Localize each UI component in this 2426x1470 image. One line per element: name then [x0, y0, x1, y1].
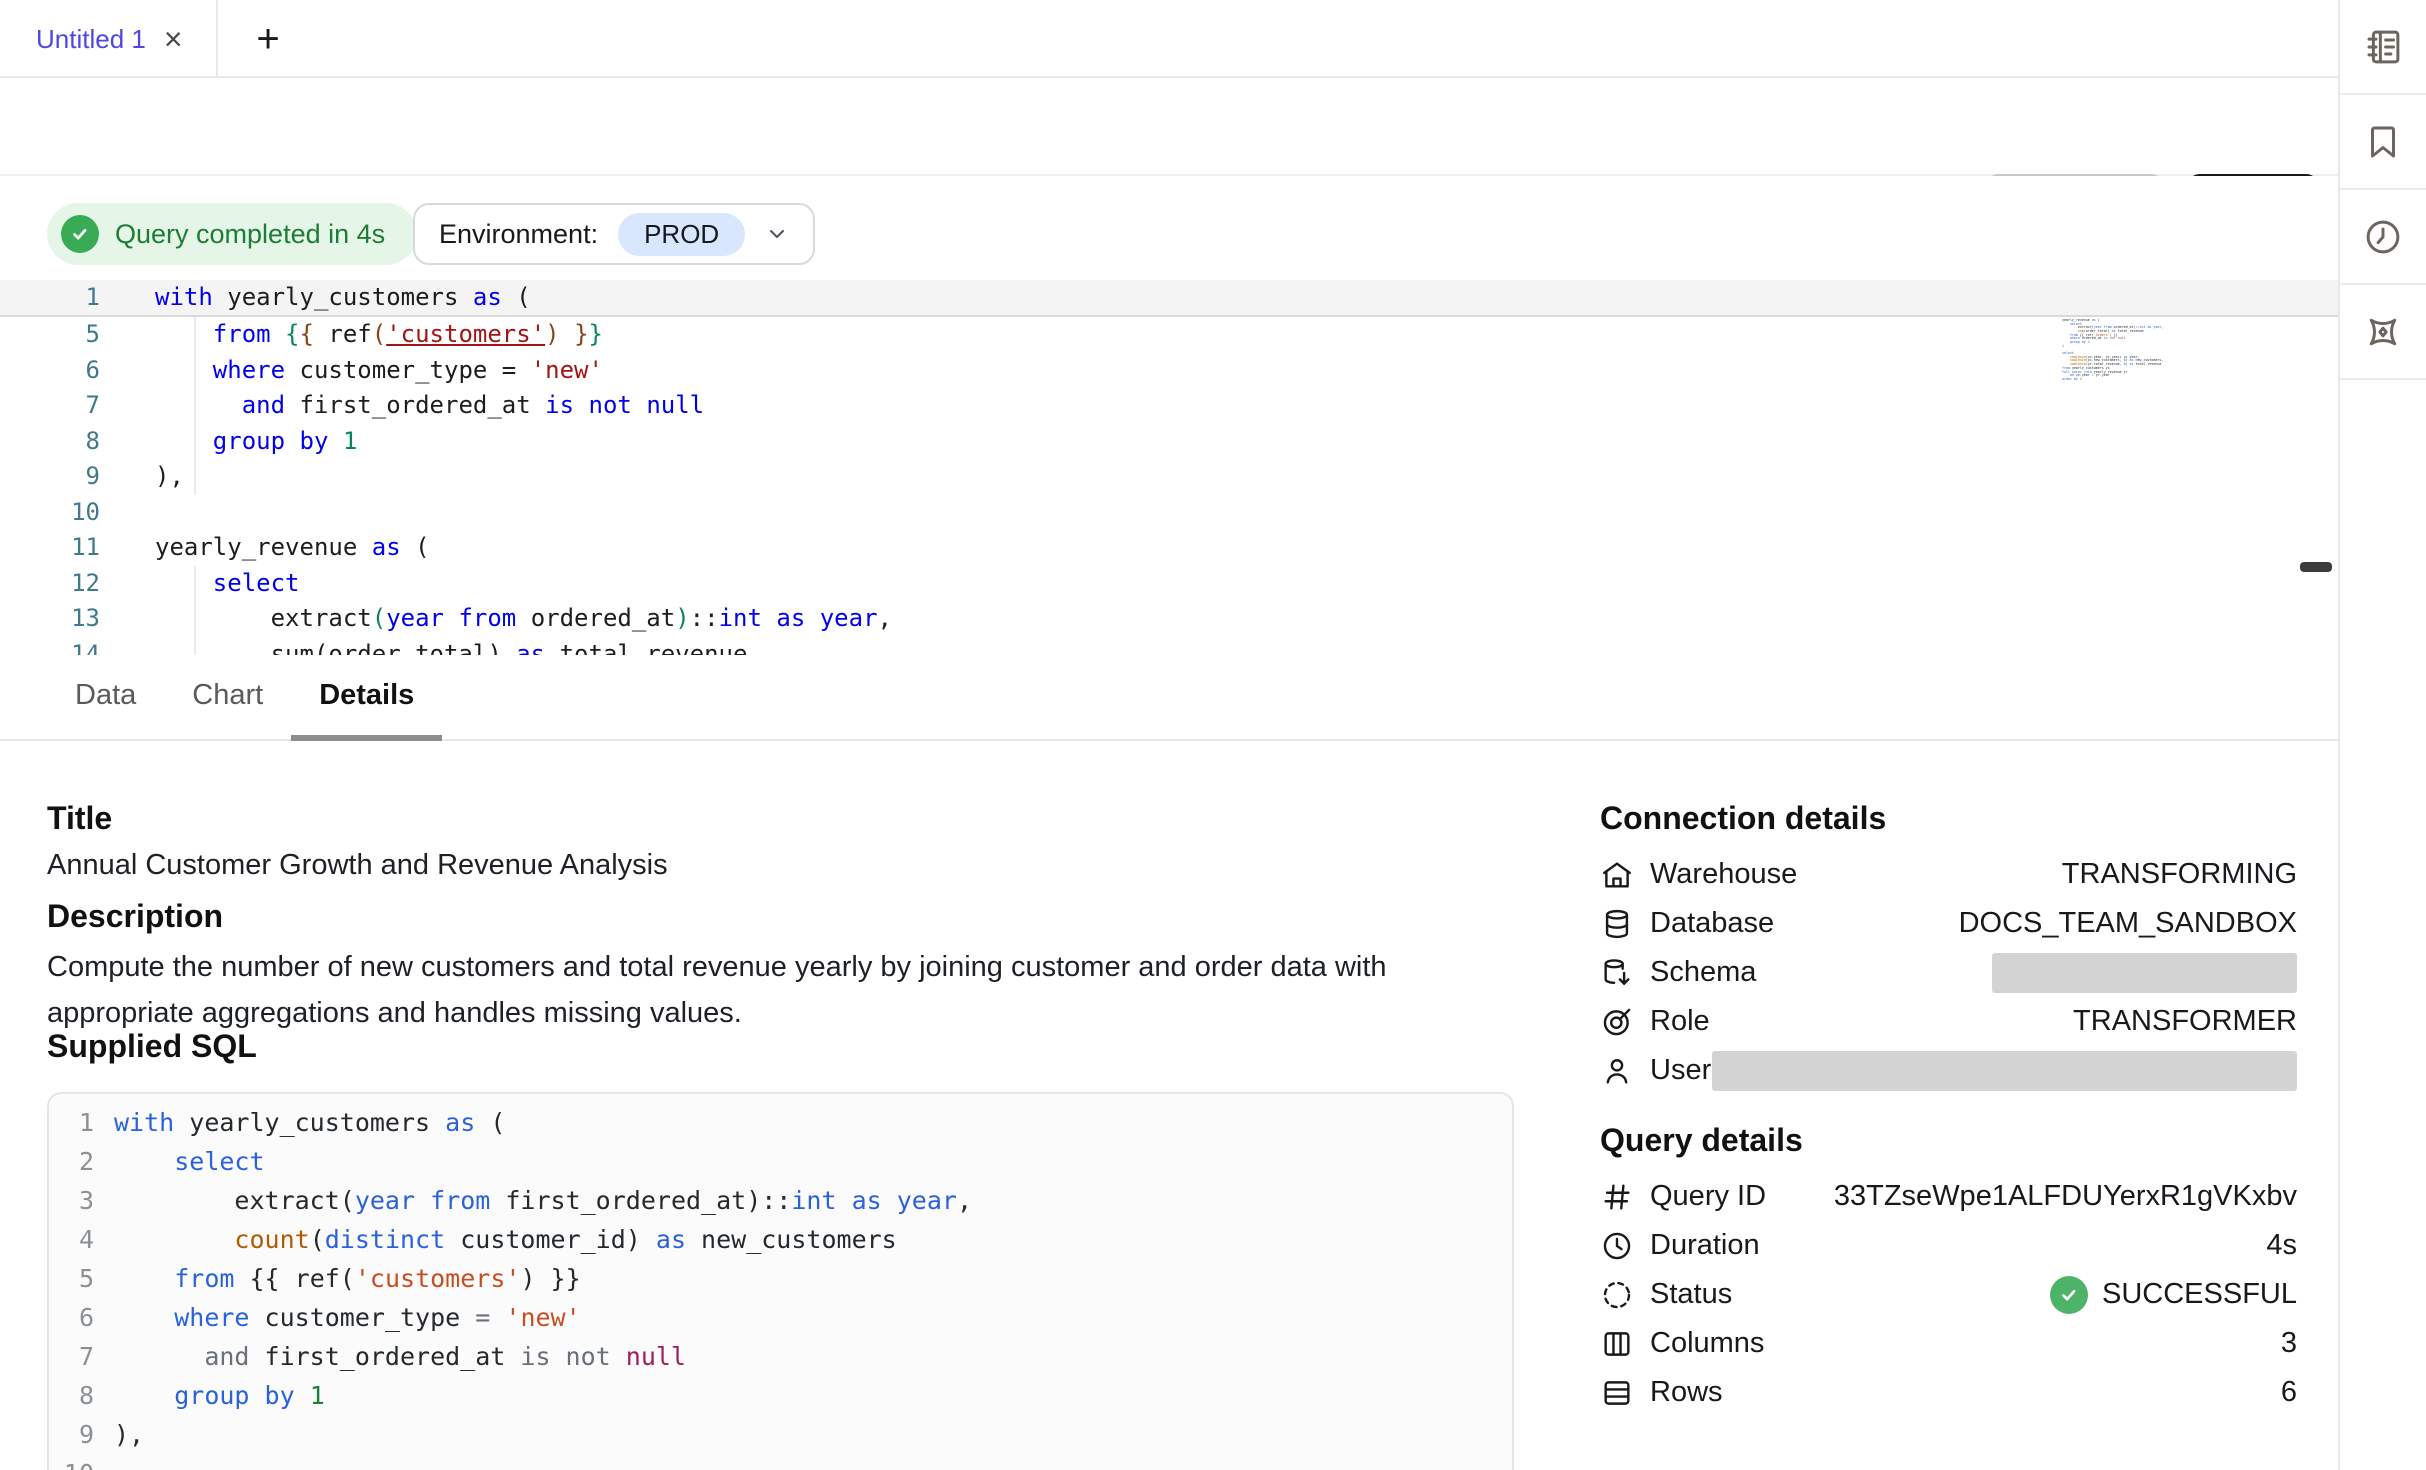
columns-icon: [1600, 1327, 1634, 1361]
sidebar-item-history[interactable]: [2340, 190, 2426, 285]
query-details-heading: Query details: [1600, 1122, 2297, 1159]
warehouse-value: TRANSFORMING: [2062, 858, 2297, 891]
columns-value: 3: [2281, 1327, 2297, 1360]
supplied-sql-heading: Supplied SQL: [47, 1028, 257, 1065]
editor-code-lines: 5 from {{ ref('customers') }}6 where cus…: [0, 317, 2338, 655]
query-status-row: Query completed in 4s Environment: PROD: [0, 176, 2338, 280]
environment-value-badge: PROD: [618, 213, 745, 256]
bookmark-icon: [2362, 121, 2404, 163]
status-badge: SUCCESSFUL: [2050, 1276, 2297, 1314]
user-redacted-value: [1712, 1051, 2297, 1091]
schema-icon: [1600, 956, 1634, 990]
query-row-rows: Rows 6: [1600, 1368, 2297, 1417]
file-tab-bar: Untitled 1 × +: [0, 0, 2338, 78]
description-text: Compute the number of new customers and …: [47, 944, 1387, 1036]
supplied-sql-block: 1with yearly_customers as (2 select3 ext…: [47, 1092, 1514, 1470]
query-row-id: Query ID 33TZseWpe1ALFDUYerxR1gVKxbv: [1600, 1172, 2297, 1221]
check-circle-icon: [2050, 1276, 2088, 1314]
description-heading: Description: [47, 898, 223, 935]
copilot-icon: [2362, 311, 2404, 353]
indent-guide: [194, 317, 196, 495]
connection-details-heading: Connection details: [1600, 800, 2297, 837]
environment-dropdown[interactable]: Environment: PROD: [413, 203, 815, 265]
title-text: Annual Customer Growth and Revenue Analy…: [47, 842, 668, 888]
tab-chart[interactable]: Chart: [164, 655, 291, 741]
tab-divider: [216, 0, 218, 78]
editor-toolbar: Develop Run: [0, 78, 2338, 176]
connection-row-user: User: [1600, 1046, 2297, 1095]
results-tab-strip: Data Chart Details: [0, 655, 2338, 741]
tab-untitled-1[interactable]: Untitled 1 ×: [0, 0, 216, 78]
sticky-scroll-line: 1with yearly_customers as (: [0, 280, 2338, 317]
query-row-columns: Columns 3: [1600, 1319, 2297, 1368]
add-tab-button[interactable]: +: [238, 0, 298, 78]
rows-icon: [1600, 1376, 1634, 1410]
query-row-duration: Duration 4s: [1600, 1221, 2297, 1270]
connection-row-warehouse: Warehouse TRANSFORMING: [1600, 850, 2297, 899]
right-icon-rail: [2338, 0, 2426, 1470]
title-heading: Title: [47, 800, 112, 837]
editor-scrollbar-thumb[interactable]: [2300, 562, 2332, 572]
sidebar-item-bookmarks[interactable]: [2340, 95, 2426, 190]
schema-redacted-value: [1992, 953, 2297, 993]
indent-guide: [194, 566, 196, 655]
status-icon: [1600, 1278, 1634, 1312]
check-circle-icon: [61, 215, 99, 253]
tab-details[interactable]: Details: [291, 655, 442, 741]
sql-editor[interactable]: 1with yearly_customers as ( 5 from {{ re…: [0, 280, 2338, 655]
warehouse-icon: [1600, 858, 1634, 892]
hash-icon: [1600, 1180, 1634, 1214]
role-icon: [1600, 1005, 1634, 1039]
environment-label: Environment:: [439, 219, 598, 250]
tab-title: Untitled 1: [36, 24, 146, 55]
connection-row-role: Role TRANSFORMER: [1600, 997, 2297, 1046]
connection-row-schema: Schema: [1600, 948, 2297, 997]
sidebar-item-notebook[interactable]: [2340, 0, 2426, 95]
duration-value: 4s: [2266, 1229, 2297, 1262]
chevron-down-icon: [765, 222, 789, 246]
database-icon: [1600, 907, 1634, 941]
role-value: TRANSFORMER: [2073, 1005, 2297, 1038]
notebook-icon: [2362, 26, 2404, 68]
connection-row-database: Database DOCS_TEAM_SANDBOX: [1600, 899, 2297, 948]
user-icon: [1600, 1054, 1634, 1088]
database-value: DOCS_TEAM_SANDBOX: [1959, 907, 2297, 940]
history-icon: [2362, 216, 2404, 258]
sql-ide-window: Untitled 1 × + Develop: [0, 0, 2426, 1470]
query-status-text: Query completed in 4s: [115, 219, 385, 250]
sidebar-item-copilot[interactable]: [2340, 285, 2426, 380]
query-status-pill: Query completed in 4s: [47, 203, 417, 265]
query-row-status: Status SUCCESSFUL: [1600, 1270, 2297, 1319]
query-id-value: 33TZseWpe1ALFDUYerxR1gVKxbv: [1834, 1180, 2297, 1213]
rows-value: 6: [2281, 1376, 2297, 1409]
duration-icon: [1600, 1229, 1634, 1263]
close-icon[interactable]: ×: [164, 23, 183, 55]
tab-data[interactable]: Data: [47, 655, 164, 741]
